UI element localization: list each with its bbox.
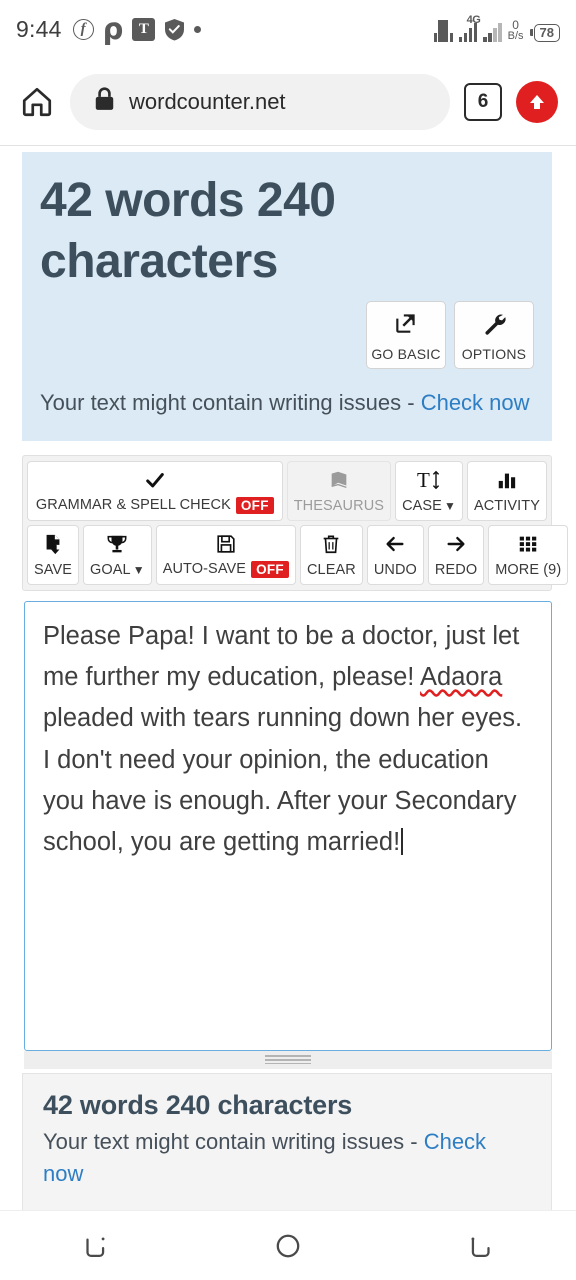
save-button[interactable]: SAVE xyxy=(27,524,80,585)
word-count-heading: 42 words 240 characters xyxy=(40,174,336,289)
back-icon[interactable] xyxy=(435,1221,525,1271)
arrow-right-icon xyxy=(444,533,468,555)
check-now-link[interactable]: Check now xyxy=(421,390,530,415)
footer-word-count-panel: 42 words 240 characters Your text might … xyxy=(22,1072,552,1210)
grid-icon xyxy=(517,533,539,555)
network-type-label: 4G xyxy=(466,14,481,26)
data-speed-indicator: 0 B/s xyxy=(508,19,524,42)
status-notification-icons: f ρ T xyxy=(72,11,202,46)
chevron-down-icon-goal: ▼ xyxy=(132,562,145,577)
text-editor-textarea[interactable]: Please Papa! I want to be a doctor, just… xyxy=(24,600,552,1051)
status-system-icons: 4G 0 B/s 78 xyxy=(433,14,560,42)
editor-resize-strip[interactable] xyxy=(24,1050,552,1069)
clear-button[interactable]: CLEAR xyxy=(299,524,363,585)
text-size-icon: T xyxy=(416,468,442,492)
options-button[interactable]: OPTIONS xyxy=(454,300,534,369)
recents-icon[interactable] xyxy=(51,1221,141,1271)
t-app-icon: T xyxy=(132,17,156,41)
case-label: CASE xyxy=(402,497,442,514)
data-speed-unit: B/s xyxy=(507,30,524,42)
file-download-icon xyxy=(42,533,64,555)
word-count-panel: 42 words 240 characters GO BASIC OPTIONS… xyxy=(22,152,552,441)
lock-icon xyxy=(94,87,115,116)
undo-label: UNDO xyxy=(373,561,417,578)
activity-button[interactable]: ACTIVITY xyxy=(466,460,547,521)
dot-icon xyxy=(194,25,202,33)
footer-word-count-heading: 42 words 240 characters xyxy=(43,1089,353,1120)
editor-text-part-2: pleaded with tears running down her eyes… xyxy=(43,704,523,857)
facebook-icon: f xyxy=(72,18,94,40)
undo-button[interactable]: UNDO xyxy=(366,524,424,585)
webpage-content: 42 words 240 characters GO BASIC OPTIONS… xyxy=(0,146,576,1210)
go-basic-button[interactable]: GO BASIC xyxy=(366,300,446,369)
shield-icon xyxy=(164,18,185,41)
auto-save-status-badge: OFF xyxy=(251,560,289,578)
more-button[interactable]: MORE (9) xyxy=(488,524,569,585)
mobile-signal-icon: 4G xyxy=(458,14,481,42)
editor-toolbar: GRAMMAR & SPELL CHECK OFF THESAURUS T CA… xyxy=(22,454,569,591)
go-basic-label: GO BASIC xyxy=(371,345,441,362)
thesaurus-label: THESAURUS xyxy=(293,497,385,514)
toolbar-row-2: SAVE GOAL ▼ AUTO-SAVE OFF CLEAR UNDO RED… xyxy=(27,524,569,585)
status-bar: 9:44 f ρ T 4G 0 B/s 78 xyxy=(0,0,576,58)
trophy-icon xyxy=(106,533,128,555)
activity-label: ACTIVITY xyxy=(473,497,540,514)
svg-text:T: T xyxy=(417,468,430,492)
writing-issues-text: Your text might contain writing issues - xyxy=(40,389,421,415)
chevron-down-icon: ▼ xyxy=(443,498,456,513)
phone-screen: 9:44 f ρ T 4G 0 B/s 78 wordcounter.net 6… xyxy=(0,0,576,1280)
text-cursor xyxy=(401,828,404,856)
url-text: wordcounter.net xyxy=(129,88,286,114)
book-icon xyxy=(327,469,351,491)
check-icon xyxy=(144,469,166,491)
redo-label: REDO xyxy=(434,561,478,578)
opera-icon: ρ xyxy=(102,11,124,46)
writing-issues-notice: Your text might contain writing issues -… xyxy=(40,387,534,419)
grammar-spell-check-label: GRAMMAR & SPELL CHECK xyxy=(35,497,231,514)
wrench-icon xyxy=(481,310,507,341)
grammar-spell-check-button[interactable]: GRAMMAR & SPELL CHECK OFF xyxy=(27,460,283,521)
goal-label: GOAL xyxy=(90,561,131,578)
home-circle-icon[interactable] xyxy=(243,1221,333,1271)
save-label: SAVE xyxy=(34,561,73,578)
options-label: OPTIONS xyxy=(461,345,527,362)
grammar-status-badge: OFF xyxy=(235,496,274,514)
battery-icon: 78 xyxy=(529,23,560,42)
vibrate-icon xyxy=(433,16,453,42)
thesaurus-button[interactable]: THESAURUS xyxy=(286,460,392,521)
tab-counter-button[interactable]: 6 xyxy=(464,82,502,121)
auto-save-button[interactable]: AUTO-SAVE OFF xyxy=(155,524,296,585)
resize-grip-icon[interactable] xyxy=(265,1055,311,1065)
footer-writing-issues-text: Your text might contain writing issues - xyxy=(43,1128,424,1154)
toolbar-row-1: GRAMMAR & SPELL CHECK OFF THESAURUS T CA… xyxy=(27,460,547,521)
floppy-disk-icon xyxy=(215,533,237,555)
footer-writing-issues-notice: Your text might contain writing issues -… xyxy=(43,1126,531,1190)
address-bar[interactable]: wordcounter.net xyxy=(70,73,450,130)
bar-chart-icon xyxy=(495,469,519,491)
external-link-icon xyxy=(393,310,419,341)
battery-level-label: 78 xyxy=(533,23,560,42)
case-button[interactable]: T CASE ▼ xyxy=(395,460,463,521)
auto-save-label: AUTO-SAVE xyxy=(162,561,247,578)
goal-button[interactable]: GOAL ▼ xyxy=(83,524,152,585)
misspelled-word[interactable]: Adaora xyxy=(420,663,502,691)
secondary-signal-icon xyxy=(483,16,502,42)
more-label: MORE (9) xyxy=(495,561,562,578)
redo-button[interactable]: REDO xyxy=(427,524,485,585)
panel-action-buttons: GO BASIC OPTIONS xyxy=(40,300,534,369)
status-clock: 9:44 xyxy=(16,15,62,42)
android-navigation-bar xyxy=(0,1210,576,1280)
trash-icon xyxy=(320,533,342,555)
arrow-left-icon xyxy=(383,533,407,555)
clear-label: CLEAR xyxy=(306,561,356,578)
browser-toolbar: wordcounter.net 6 xyxy=(0,58,576,146)
home-icon[interactable] xyxy=(18,83,56,121)
arrow-up-circle-icon[interactable] xyxy=(516,80,558,123)
